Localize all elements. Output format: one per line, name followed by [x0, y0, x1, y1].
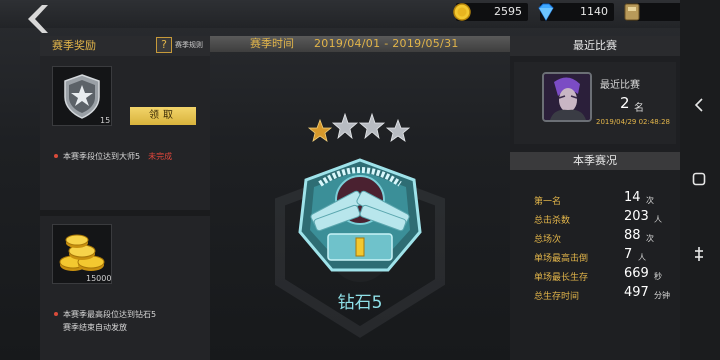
- recent-match-rank: 2: [620, 94, 630, 112]
- stat-unit: 次: [646, 234, 654, 243]
- reward-item-count: 15: [100, 116, 111, 125]
- diamond-balance: 1140: [538, 3, 614, 21]
- stat-unit: 人: [638, 253, 646, 262]
- recent-match-title: 最近比赛: [600, 80, 640, 91]
- season-rewards-title: 赛季奖励: [52, 39, 96, 52]
- ticket-icon: [624, 3, 640, 21]
- stat-label: 总击杀数: [534, 216, 571, 226]
- stat-unit: 人: [654, 215, 662, 224]
- stat-label: 总生存时间: [534, 292, 580, 302]
- stat-label: 总场次: [534, 235, 562, 245]
- reward-task-1-text: 本赛季段位达到大师5: [63, 152, 141, 161]
- recent-match-card[interactable]: [514, 62, 676, 144]
- stat-label: 单场最高击倒: [534, 254, 589, 264]
- reward-task-1: 本赛季段位达到大师5 未完成: [54, 150, 172, 163]
- recent-match-header: 最近比赛: [510, 36, 680, 56]
- stat-value: 14: [624, 190, 641, 205]
- star-empty-icon: [331, 112, 359, 140]
- recent-match-time: 2019/04/29 02:48:28: [596, 118, 671, 126]
- stat-value: 7: [624, 247, 633, 262]
- reward-task-2-line2: 赛季结束自动发放: [63, 323, 127, 332]
- nav-home-icon[interactable]: [692, 172, 706, 186]
- nav-back-icon[interactable]: [692, 98, 706, 112]
- stat-row: 总生存时间 497 分钟: [534, 285, 684, 303]
- task-status: 未完成: [148, 152, 173, 161]
- stat-unit: 次: [646, 196, 654, 205]
- season-rules-label[interactable]: 赛季规则: [175, 40, 203, 50]
- stat-value: 88: [624, 228, 641, 243]
- stat-row: 总击杀数 203 人: [534, 209, 684, 227]
- diamond-rank-emblem-icon: [298, 158, 422, 272]
- season-stats-header: 本季赛况: [510, 152, 680, 170]
- season-time-bar: 赛季时间 2019/04/01 - 2019/05/31: [210, 36, 510, 52]
- stat-label: 第一名: [534, 197, 562, 207]
- coins-count: 15000: [86, 274, 112, 283]
- rank-stars: [307, 112, 411, 142]
- stat-row: 单场最高击倒 7 人: [534, 247, 684, 265]
- season-time-label: 赛季时间: [250, 37, 294, 50]
- gold-coin-icon: [453, 3, 471, 21]
- stat-label: 单场最长生存: [534, 273, 589, 283]
- gold-balance: 2595: [453, 3, 528, 21]
- stat-value: 203: [624, 209, 649, 224]
- stat-row: 第一名 14 次: [534, 190, 684, 208]
- reward-task-2-line1: 本赛季最高段位达到钻石5: [63, 310, 157, 319]
- rank-name: 钻石5: [337, 293, 383, 313]
- claim-button[interactable]: 领取: [130, 107, 196, 125]
- stat-row: 总场次 88 次: [534, 228, 684, 246]
- stat-value: 669: [624, 266, 649, 281]
- player-avatar-icon: [544, 74, 590, 120]
- chevron-left-icon: [28, 5, 48, 33]
- season-rules-button[interactable]: ?: [156, 37, 172, 53]
- stat-row: 单场最长生存 669 秒: [534, 266, 684, 284]
- nav-menu-icon[interactable]: [694, 246, 704, 262]
- bullet-icon: [54, 154, 58, 158]
- star-empty-icon: [385, 118, 411, 142]
- avatar: [542, 72, 592, 122]
- rank-emblem-area: [275, 112, 445, 338]
- season-time-range: 2019/04/01 - 2019/05/31: [314, 37, 459, 50]
- star-empty-icon: [358, 112, 386, 140]
- recent-match-rank-unit: 名: [634, 103, 644, 114]
- star-filled-icon: [307, 118, 333, 142]
- system-nav-bar: [680, 0, 720, 360]
- bullet-icon: [54, 312, 58, 316]
- stat-value: 497: [624, 285, 649, 300]
- stat-unit: 秒: [654, 272, 662, 281]
- reward-divider: [40, 210, 210, 216]
- diamond-icon: [538, 3, 554, 21]
- rank-display: [210, 52, 510, 360]
- stat-unit: 分钟: [654, 291, 670, 300]
- reward-task-2: 本赛季最高段位达到钻石5 赛季结束自动发放: [54, 308, 156, 334]
- back-button[interactable]: [20, 2, 54, 36]
